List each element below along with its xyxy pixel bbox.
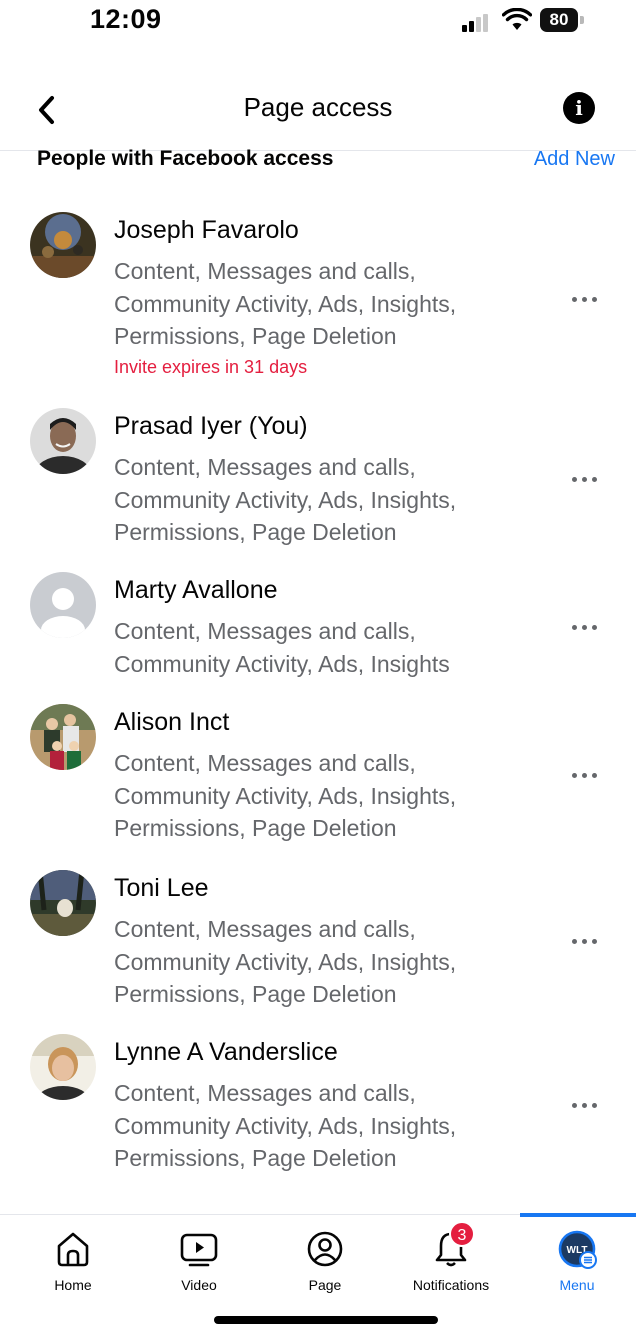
tab-label: Video <box>181 1277 217 1293</box>
person-row[interactable]: Prasad Iyer (You) Content, Messages and … <box>0 408 636 548</box>
more-options-icon[interactable] <box>570 470 602 490</box>
cellular-signal-icon <box>462 14 490 32</box>
menu-avatar-icon: WLT <box>558 1230 597 1269</box>
section-title: People with Facebook access <box>37 147 334 170</box>
tab-video[interactable]: Video <box>139 1215 259 1305</box>
more-options-icon[interactable] <box>570 766 602 786</box>
page-title: Page access <box>243 92 393 122</box>
status-bar: 12:09 80 <box>0 0 636 44</box>
video-icon <box>180 1233 218 1267</box>
person-permissions: Content, Messages and calls, Community A… <box>114 916 457 1007</box>
info-icon[interactable]: i <box>563 92 595 124</box>
person-name: Joseph Favarolo <box>114 216 299 244</box>
battery-icon: 80 <box>540 8 584 32</box>
person-row[interactable]: Toni Lee Content, Messages and calls, Co… <box>0 870 636 1010</box>
person-permissions: Content, Messages and calls, Community A… <box>114 1080 457 1171</box>
notification-badge: 3 <box>449 1221 475 1247</box>
tab-home[interactable]: Home <box>13 1215 133 1305</box>
avatar <box>30 408 96 474</box>
battery-level: 80 <box>540 8 578 32</box>
person-permissions: Content, Messages and calls, Community A… <box>114 454 457 545</box>
wifi-icon <box>502 8 532 30</box>
bottom-tab-bar: Home Video Page 3 Notifications WLT Menu <box>0 1213 636 1326</box>
more-options-icon[interactable] <box>570 290 602 310</box>
tab-label: Notifications <box>412 1277 490 1293</box>
avatar <box>30 212 96 278</box>
tab-page[interactable]: Page <box>265 1215 385 1305</box>
page-header: Page access i <box>0 78 636 142</box>
tab-label: Menu <box>559 1277 595 1293</box>
person-name: Alison Inct <box>114 708 230 736</box>
section-header: People with Facebook access Add New <box>0 145 636 177</box>
tab-label: Home <box>54 1277 92 1293</box>
person-name: Marty Avallone <box>114 576 278 604</box>
add-new-button[interactable]: Add New <box>534 148 615 171</box>
avatar <box>30 1034 96 1100</box>
tab-menu[interactable]: WLT Menu <box>517 1215 636 1305</box>
person-name: Toni Lee <box>114 874 209 902</box>
person-name: Lynne A Vanderslice <box>114 1038 338 1066</box>
avatar <box>30 572 96 638</box>
tab-notifications[interactable]: 3 Notifications <box>391 1215 511 1305</box>
person-permissions: Content, Messages and calls, Community A… <box>114 258 457 349</box>
person-row[interactable]: Lynne A Vanderslice Content, Messages an… <box>0 1034 636 1174</box>
avatar <box>30 870 96 936</box>
home-icon <box>57 1232 89 1267</box>
invite-status: Invite expires in 31 days <box>114 357 308 377</box>
status-time: 12:09 <box>90 4 162 34</box>
tab-label: Page <box>308 1277 342 1293</box>
person-name: Prasad Iyer (You) <box>114 412 308 440</box>
person-row[interactable]: Marty Avallone Content, Messages and cal… <box>0 572 636 682</box>
more-options-icon[interactable] <box>570 1096 602 1116</box>
page-profile-icon <box>307 1231 343 1267</box>
person-permissions: Content, Messages and calls, Community A… <box>114 618 450 677</box>
person-permissions: Content, Messages and calls, Community A… <box>114 750 457 841</box>
more-options-icon[interactable] <box>570 618 602 638</box>
person-row[interactable]: Alison Inct Content, Messages and calls,… <box>0 704 636 844</box>
avatar <box>30 704 96 770</box>
more-options-icon[interactable] <box>570 932 602 952</box>
home-indicator <box>214 1316 438 1324</box>
person-row[interactable]: Joseph Favarolo Content, Messages and ca… <box>0 212 636 382</box>
